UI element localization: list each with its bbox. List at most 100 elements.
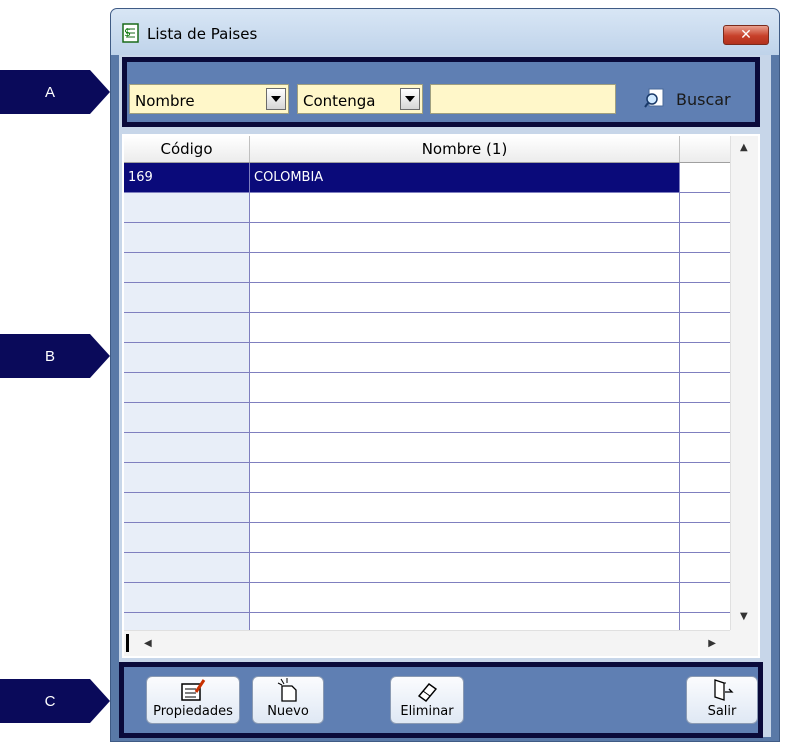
cell-filler bbox=[680, 163, 730, 192]
countries-grid: Código Nombre (1) 169 COLOMBIA ▲ ▼ ◀ ▶ bbox=[122, 134, 760, 658]
table-row[interactable] bbox=[124, 463, 730, 493]
properties-icon bbox=[181, 679, 206, 701]
operator-select[interactable]: Contenga bbox=[297, 84, 423, 114]
title-bar[interactable]: $ Lista de Paises ✕ bbox=[111, 9, 779, 55]
exit-button[interactable]: Salir bbox=[686, 676, 758, 724]
table-row[interactable] bbox=[124, 253, 730, 283]
new-button-label: Nuevo bbox=[267, 704, 309, 719]
grid-rows: 169 COLOMBIA bbox=[124, 163, 730, 630]
chevron-down-icon[interactable] bbox=[266, 88, 286, 110]
chevron-down-icon[interactable] bbox=[400, 88, 420, 110]
cell-codigo[interactable] bbox=[124, 373, 250, 402]
cell-nombre[interactable] bbox=[250, 433, 680, 462]
cell-codigo[interactable] bbox=[124, 493, 250, 522]
cell-nombre[interactable] bbox=[250, 253, 680, 282]
table-row[interactable] bbox=[124, 373, 730, 403]
cell-nombre[interactable] bbox=[250, 553, 680, 582]
search-icon bbox=[644, 88, 664, 108]
cell-nombre[interactable] bbox=[250, 223, 680, 252]
cell-filler bbox=[680, 283, 730, 312]
cell-filler bbox=[680, 343, 730, 372]
table-row[interactable] bbox=[124, 343, 730, 373]
cell-codigo[interactable] bbox=[124, 433, 250, 462]
table-row[interactable] bbox=[124, 553, 730, 583]
cell-filler bbox=[680, 493, 730, 522]
cell-filler bbox=[680, 583, 730, 612]
table-row[interactable] bbox=[124, 313, 730, 343]
exit-button-label: Salir bbox=[707, 704, 737, 719]
horizontal-scrollbar[interactable]: ◀ ▶ bbox=[124, 630, 730, 656]
callout-b-label: B bbox=[44, 347, 55, 365]
scroll-left-icon[interactable]: ◀ bbox=[144, 638, 152, 649]
cell-nombre[interactable] bbox=[250, 283, 680, 312]
cell-filler bbox=[680, 403, 730, 432]
table-row[interactable]: 169 COLOMBIA bbox=[124, 163, 730, 193]
new-document-icon bbox=[277, 678, 297, 702]
cell-codigo[interactable] bbox=[124, 313, 250, 342]
new-button[interactable]: Nuevo bbox=[252, 676, 324, 724]
cell-codigo[interactable]: 169 bbox=[124, 163, 250, 192]
cell-codigo[interactable] bbox=[124, 223, 250, 252]
grid-body: Código Nombre (1) 169 COLOMBIA bbox=[124, 136, 730, 630]
table-row[interactable] bbox=[124, 523, 730, 553]
cell-nombre[interactable] bbox=[250, 193, 680, 222]
window-title: Lista de Paises bbox=[147, 25, 258, 43]
cell-filler bbox=[680, 193, 730, 222]
scroll-right-icon[interactable]: ▶ bbox=[708, 638, 716, 649]
field-select-value: Nombre bbox=[135, 92, 195, 110]
vertical-scrollbar[interactable]: ▲ ▼ bbox=[730, 136, 758, 630]
cell-codigo[interactable] bbox=[124, 553, 250, 582]
table-row[interactable] bbox=[124, 403, 730, 433]
table-row[interactable] bbox=[124, 283, 730, 313]
table-row[interactable] bbox=[124, 613, 730, 630]
cell-nombre[interactable] bbox=[250, 403, 680, 432]
table-row[interactable] bbox=[124, 583, 730, 613]
cell-filler bbox=[680, 523, 730, 552]
delete-button-label: Eliminar bbox=[400, 704, 454, 719]
cell-codigo[interactable] bbox=[124, 523, 250, 552]
close-button[interactable]: ✕ bbox=[723, 25, 769, 45]
search-button[interactable]: Buscar bbox=[644, 84, 748, 114]
delete-button[interactable]: Eliminar bbox=[390, 676, 464, 724]
cell-codigo[interactable] bbox=[124, 403, 250, 432]
operator-select-value: Contenga bbox=[303, 92, 376, 110]
cell-nombre[interactable] bbox=[250, 493, 680, 522]
cell-filler bbox=[680, 373, 730, 402]
cell-codigo[interactable] bbox=[124, 583, 250, 612]
cell-codigo[interactable] bbox=[124, 343, 250, 372]
table-row[interactable] bbox=[124, 193, 730, 223]
table-row[interactable] bbox=[124, 493, 730, 523]
field-select[interactable]: Nombre bbox=[129, 84, 289, 114]
cell-filler bbox=[680, 613, 730, 630]
callout-c: C bbox=[0, 679, 110, 723]
scroll-up-icon[interactable]: ▲ bbox=[740, 142, 748, 153]
grid-header: Código Nombre (1) bbox=[124, 136, 730, 163]
column-header-codigo[interactable]: Código bbox=[124, 136, 250, 162]
cell-codigo[interactable] bbox=[124, 613, 250, 630]
callout-c-label: C bbox=[44, 692, 56, 710]
cell-codigo[interactable] bbox=[124, 283, 250, 312]
scrollbar-corner bbox=[730, 630, 758, 656]
row-marker-icon bbox=[126, 634, 129, 652]
cell-nombre[interactable] bbox=[250, 373, 680, 402]
search-toolbar: Nombre Contenga Buscar bbox=[122, 57, 760, 127]
cell-nombre[interactable] bbox=[250, 463, 680, 492]
cell-nombre[interactable] bbox=[250, 583, 680, 612]
cell-nombre[interactable]: COLOMBIA bbox=[250, 163, 680, 192]
cell-nombre[interactable] bbox=[250, 313, 680, 342]
cell-nombre[interactable] bbox=[250, 343, 680, 372]
cell-nombre[interactable] bbox=[250, 613, 680, 630]
column-header-nombre[interactable]: Nombre (1) bbox=[250, 136, 680, 162]
table-row[interactable] bbox=[124, 223, 730, 253]
cell-filler bbox=[680, 553, 730, 582]
properties-button[interactable]: Propiedades bbox=[146, 676, 240, 724]
table-row[interactable] bbox=[124, 433, 730, 463]
cell-nombre[interactable] bbox=[250, 523, 680, 552]
cell-codigo[interactable] bbox=[124, 253, 250, 282]
scroll-down-icon[interactable]: ▼ bbox=[740, 611, 748, 622]
search-input[interactable] bbox=[430, 84, 616, 114]
action-toolbar: Propiedades Nuevo Eliminar Salir bbox=[119, 662, 763, 738]
cell-filler bbox=[680, 253, 730, 282]
cell-codigo[interactable] bbox=[124, 463, 250, 492]
cell-codigo[interactable] bbox=[124, 193, 250, 222]
